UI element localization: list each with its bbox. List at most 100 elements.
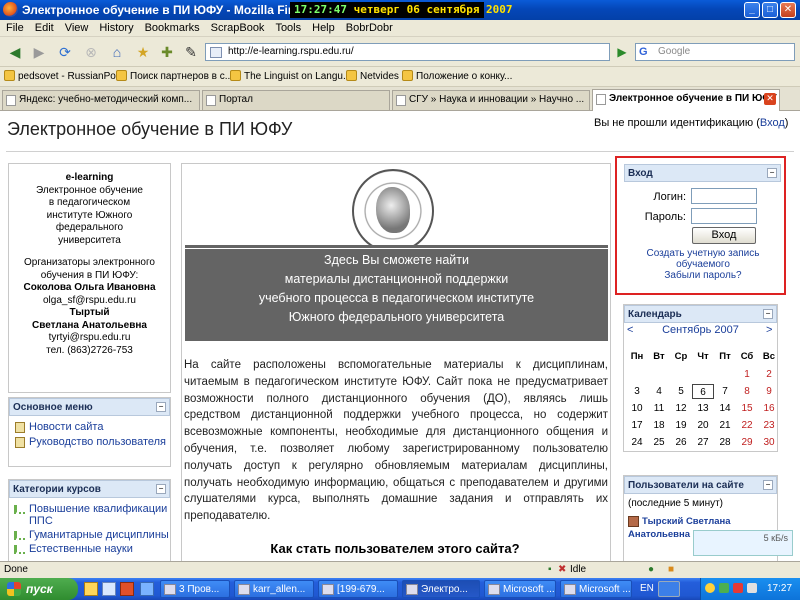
bookmark-item[interactable]: pedsovet - RussianPo... (4, 70, 124, 82)
collapse-icon[interactable]: − (156, 484, 166, 494)
calendar-day[interactable]: 30 (758, 435, 780, 450)
back-arrow-icon[interactable]: ◀ (4, 42, 26, 62)
calendar-day[interactable]: 9 (758, 384, 780, 399)
menu-bobrdobr[interactable]: BobrDobr (340, 20, 398, 34)
organizer-email[interactable]: tyrtyi@rspu.edu.ru (9, 332, 170, 345)
calendar-day[interactable]: 15 (736, 401, 758, 416)
calendar-day[interactable]: 29 (736, 435, 758, 450)
organizer-email[interactable]: olga_sf@rspu.edu.ru (9, 295, 170, 308)
password-input[interactable] (691, 208, 757, 224)
maximize-button[interactable]: □ (762, 2, 778, 18)
calendar-day[interactable]: 8 (736, 384, 758, 399)
close-button[interactable]: ✕ (780, 2, 796, 18)
collapse-icon[interactable]: − (763, 309, 773, 319)
calendar-day[interactable]: 26 (670, 435, 692, 450)
calendar-day[interactable]: 19 (670, 418, 692, 433)
menu-file[interactable]: File (0, 20, 29, 34)
calendar-day[interactable]: 16 (758, 401, 780, 416)
menu-bookmarks[interactable]: Bookmarks (139, 20, 205, 34)
collapse-icon[interactable]: − (763, 480, 773, 490)
bookmark-item[interactable]: Положение о конку... (402, 70, 512, 82)
tray-icon[interactable] (733, 583, 743, 593)
calendar-day[interactable]: 18 (648, 418, 670, 433)
menu-view[interactable]: View (59, 20, 94, 34)
calendar-day[interactable]: 6 (692, 384, 714, 399)
calendar-day[interactable]: 24 (626, 435, 648, 450)
calendar-day[interactable]: 7 (714, 384, 736, 399)
calendar-day[interactable]: 5 (670, 384, 692, 399)
category-item[interactable]: Повышение квалификации ППС (9, 501, 170, 527)
menu-scrapbook[interactable]: ScrapBook (205, 20, 270, 34)
collapse-icon[interactable]: − (156, 402, 166, 412)
search-input[interactable]: G Google (635, 43, 795, 61)
calendar-day[interactable]: 11 (648, 401, 670, 416)
menu-tools[interactable]: Tools (269, 20, 306, 34)
start-button[interactable]: пуск (0, 578, 78, 600)
url-bar[interactable]: http://e-learning.rspu.edu.ru/ (205, 43, 610, 61)
category-item[interactable]: Естественные науки (9, 541, 170, 555)
quicklaunch-icon[interactable] (84, 582, 98, 596)
info-org-line: Организаторы электронного (24, 257, 155, 268)
taskbar-item[interactable]: Электро... (402, 580, 480, 598)
tab-yandex[interactable]: Яндекс: учебно-методический комп... (2, 90, 200, 110)
tab-sgu[interactable]: СГУ » Наука и инновации » Научно ... (392, 90, 590, 110)
calendar-day[interactable]: 1 (736, 367, 758, 382)
tray-icon[interactable] (719, 583, 729, 593)
taskbar-item[interactable]: karr_allen... (234, 580, 314, 598)
taskbar-item[interactable]: Microsoft ... (484, 580, 556, 598)
go-arrow-icon[interactable]: ▶ (612, 43, 632, 61)
taskbar-item[interactable]: [199-679... (318, 580, 398, 598)
taskbar-item[interactable]: 3 Пров... (160, 580, 230, 598)
calendar-day[interactable]: 17 (626, 418, 648, 433)
tray-icon[interactable] (705, 583, 715, 593)
login-button[interactable]: Вход (692, 227, 756, 244)
calendar-day[interactable]: 3 (626, 384, 648, 399)
tab-e-learning[interactable]: Электронное обучение в ПИ ЮФУ ✕ (592, 89, 780, 111)
language-indicator[interactable]: EN (640, 583, 654, 594)
home-icon[interactable]: ⌂ (106, 42, 128, 62)
calendar-day[interactable]: 20 (692, 418, 714, 433)
bookmark-item[interactable]: Поиск партнеров в с... (116, 70, 233, 82)
stop-icon[interactable]: ⊗ (80, 42, 102, 62)
taskbar-item[interactable]: Microsoft ... (560, 580, 632, 598)
calendar-day[interactable]: 12 (670, 401, 692, 416)
bookmark-star-icon[interactable]: ✚ (156, 42, 178, 62)
bookmark-item[interactable]: The Linguist on Langu... (230, 70, 351, 82)
quicklaunch-icon[interactable] (120, 582, 134, 596)
calendar-day[interactable]: 28 (714, 435, 736, 450)
forward-arrow-icon[interactable]: ▶ (28, 42, 50, 62)
taskbar-button[interactable] (658, 581, 680, 597)
minimize-button[interactable]: _ (744, 2, 760, 18)
calendar-day[interactable]: 25 (648, 435, 670, 450)
quicklaunch-icon[interactable] (140, 582, 154, 596)
calendar-day[interactable]: 21 (714, 418, 736, 433)
category-item[interactable]: Гуманитарные дисциплины (9, 527, 170, 541)
tray-icon[interactable] (747, 583, 757, 593)
menu-help[interactable]: Help (306, 20, 340, 34)
login-link[interactable]: Вход (760, 117, 785, 129)
forgot-password-link[interactable]: Забыли пароль? (624, 270, 782, 281)
tab-portal[interactable]: Портал (202, 90, 390, 110)
menu-edit[interactable]: Edit (29, 20, 59, 34)
calendar-day[interactable]: 14 (714, 401, 736, 416)
reload-icon[interactable]: ⟳ (54, 42, 76, 62)
menu-item-news[interactable]: Новости сайта (9, 419, 170, 434)
login-input[interactable] (691, 188, 757, 204)
calendar-day[interactable]: 13 (692, 401, 714, 416)
menu-history[interactable]: History (93, 20, 138, 34)
calendar-day[interactable]: 2 (758, 367, 780, 382)
organizer-name: Тыртый (69, 307, 110, 318)
calendar-day[interactable]: 10 (626, 401, 648, 416)
calendar-day[interactable]: 27 (692, 435, 714, 450)
quicklaunch-icon[interactable] (102, 582, 116, 596)
toolbar-extension-icon[interactable]: ✎ (180, 42, 202, 62)
scrapbook-icon[interactable]: ★ (132, 42, 154, 62)
menu-item-guide[interactable]: Руководство пользователя (9, 434, 170, 449)
create-account-link[interactable]: Создать учетную запись обучаемого (624, 248, 782, 270)
calendar-day[interactable]: 22 (736, 418, 758, 433)
bookmark-item[interactable]: Netvides (346, 70, 399, 82)
calendar-day[interactable]: 23 (758, 418, 780, 433)
close-tab-icon[interactable]: ✕ (764, 93, 776, 105)
calendar-day[interactable]: 4 (648, 384, 670, 399)
collapse-icon[interactable]: − (767, 168, 777, 178)
